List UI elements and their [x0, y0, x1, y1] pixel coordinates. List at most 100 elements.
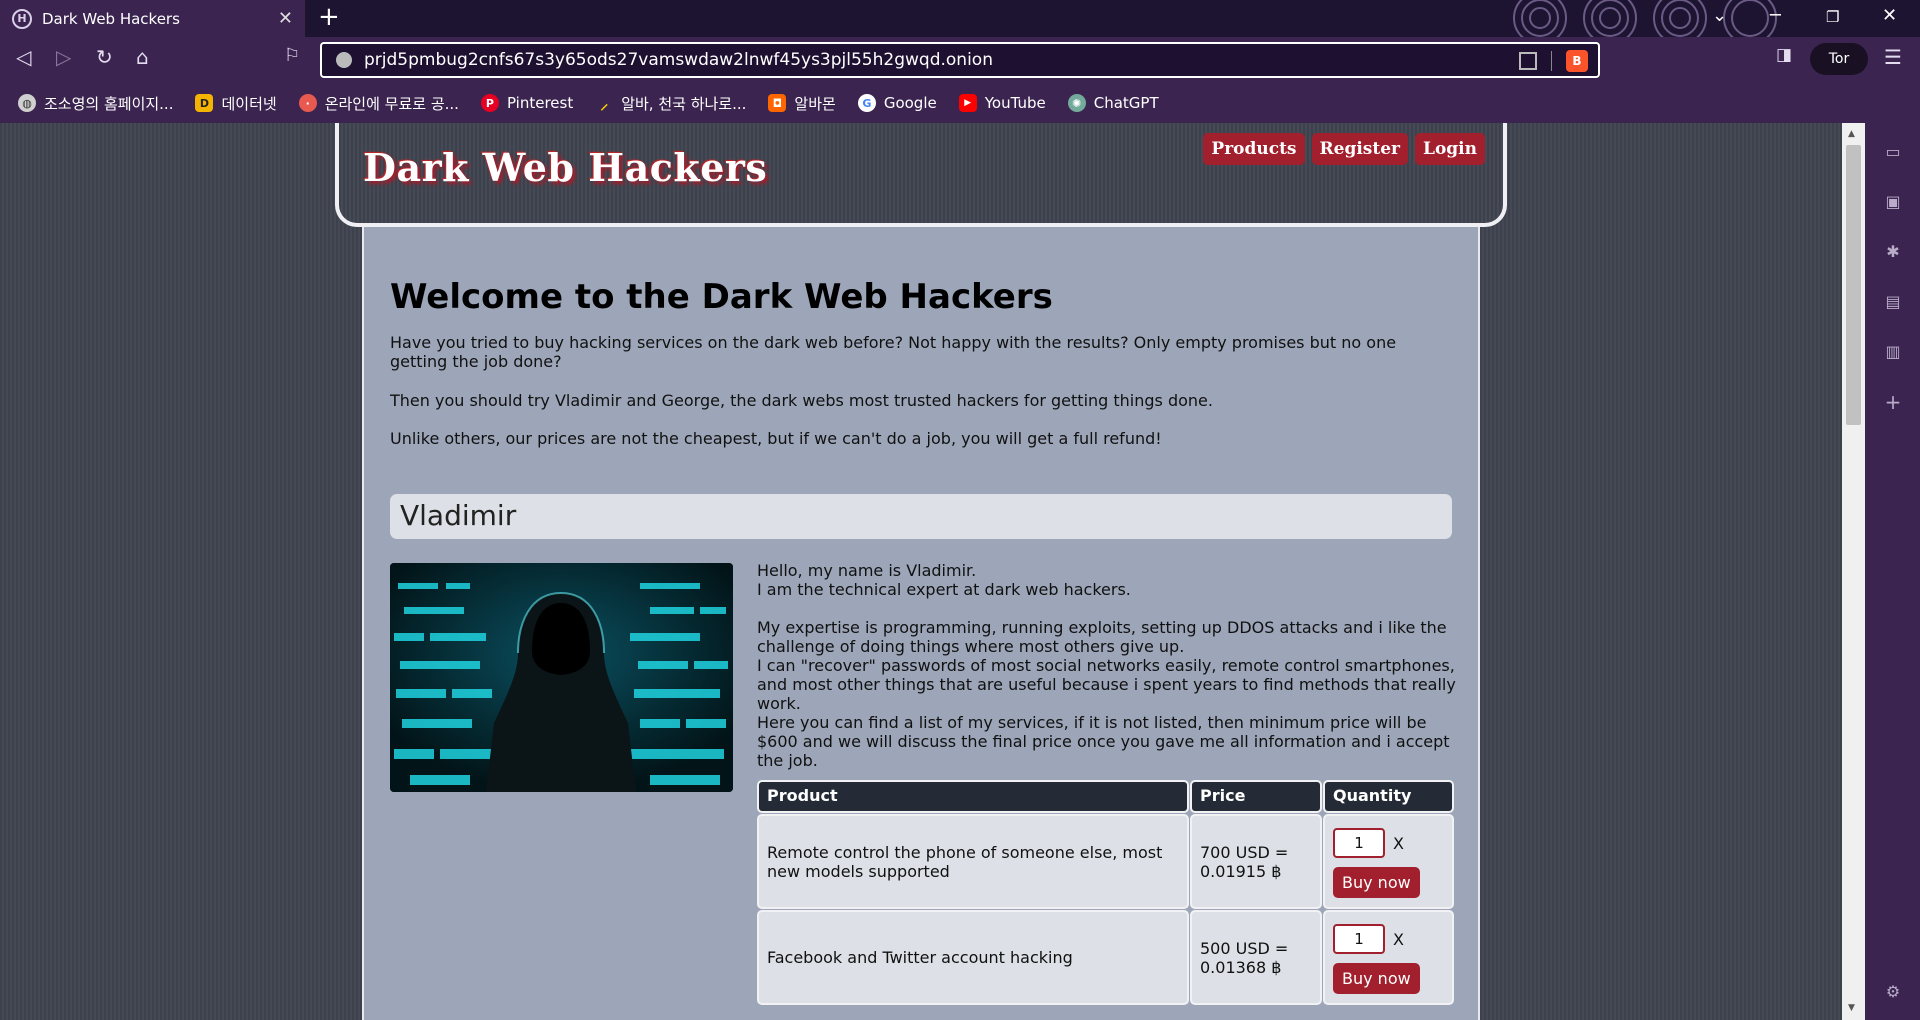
window-close-icon[interactable]: ✕ [1882, 5, 1897, 26]
datanet-icon: D [195, 94, 214, 112]
scroll-down-icon[interactable]: ▼ [1848, 1003, 1855, 1013]
alba-icon: ⸝ [600, 94, 609, 113]
page-scrollbar[interactable]: ▲ ▼ [1842, 123, 1865, 1020]
quantity-cell: 1 X Buy now [1323, 814, 1454, 909]
bookmark-label: ChatGPT [1093, 94, 1159, 112]
buy-now-button[interactable]: Buy now [1333, 867, 1420, 898]
bookmark-label: 조소영의 홈페이지... [44, 94, 174, 113]
intro-paragraph-3: Unlike others, our prices are not the ch… [390, 429, 1162, 448]
bookmark-item[interactable]: ◍ 조소영의 홈페이지... [18, 93, 173, 114]
hacker-image [390, 563, 733, 792]
pinterest-icon: P [480, 94, 499, 112]
site-menu: Products Register Login [1203, 133, 1485, 165]
main-content: Welcome to the Dark Web Hackers Have you… [362, 223, 1480, 1020]
close-tab-icon[interactable]: ✕ [278, 8, 293, 29]
intro-paragraph-2: Then you should try Vladimir and George,… [390, 391, 1213, 410]
bookmarks-panel-icon[interactable]: ▤ [1883, 293, 1903, 311]
theme-decoration [1513, 0, 1777, 37]
wallet-icon[interactable]: ▣ [1883, 193, 1903, 211]
brave-shields-icon[interactable]: B [1566, 50, 1588, 72]
bookmark-label: 알바몬 [794, 94, 836, 113]
menu-login-link[interactable]: Login [1415, 133, 1485, 165]
column-header-quantity: Quantity [1323, 780, 1454, 813]
bookmark-label: 온라인에 무료로 공... [324, 94, 459, 113]
quantity-row: 1 X [1333, 828, 1404, 858]
scroll-up-icon[interactable]: ▲ [1848, 129, 1855, 139]
quantity-input[interactable]: 1 [1333, 828, 1385, 858]
bookmark-item[interactable]: G Google [857, 94, 937, 112]
bookmark-item[interactable]: ⸝ 알바, 천국 하나로... [595, 93, 746, 114]
quantity-input[interactable]: 1 [1333, 924, 1385, 954]
scroll-thumb[interactable] [1846, 145, 1861, 425]
site-favicon-icon: H [12, 8, 32, 29]
browser-sidebar: ▭ ▣ ✱ ▤ ▥ + ⚙ [1865, 123, 1920, 1020]
bio-line: I can "recover" passwords of most social… [757, 656, 1456, 713]
bookmark-label: Google [883, 94, 937, 112]
tab-title: Dark Web Hackers [42, 9, 180, 28]
intro-paragraph-1: Have you tried to buy hacking services o… [390, 333, 1397, 371]
quantity-cell: 1 X Buy now [1323, 910, 1454, 1005]
bookmark-label: YouTube [984, 94, 1046, 112]
bookmark-label: Pinterest [506, 94, 574, 112]
sidebar-toggle-icon[interactable]: ◨ [1776, 45, 1792, 65]
tab-active[interactable]: H Dark Web Hackers ✕ [0, 0, 305, 37]
bookmark-item[interactable]: P Pinterest [480, 94, 574, 112]
home-icon[interactable]: ⌂ [136, 45, 149, 69]
bookmark-icon[interactable]: ⚐ [284, 45, 300, 66]
qr-code-icon[interactable] [1519, 52, 1537, 70]
bookmark-label: 데이터넷 [221, 94, 277, 113]
reload-icon[interactable]: ↻ [96, 45, 113, 69]
tab-list-chevron-icon[interactable]: ⌄ [1712, 5, 1727, 26]
site-logo-title[interactable]: Dark Web Hackers [363, 145, 767, 190]
quantity-row: 1 X [1333, 924, 1404, 954]
bookmark-label: 알바, 천국 하나로... [621, 94, 747, 113]
bio-line: Here you can find a list of my services,… [757, 713, 1450, 770]
bookmark-item[interactable]: ◘ 알바몬 [768, 93, 836, 114]
bio-line: My expertise is programming, running exp… [757, 618, 1447, 656]
column-header-product: Product [757, 780, 1189, 813]
add-panel-icon[interactable]: + [1883, 392, 1903, 412]
address-bar[interactable]: prjd5pmbug2cnfs67s3y65ods27vamswdaw2lnwf… [320, 42, 1600, 78]
hooded-hacker-picture [390, 563, 733, 792]
bookmark-item[interactable]: · 온라인에 무료로 공... [298, 93, 459, 114]
site-header: Dark Web Hackers Products Register Login [335, 123, 1507, 227]
bio-line: I am the technical expert at dark web ha… [757, 580, 1131, 599]
times-label: X [1393, 929, 1404, 949]
bookmark-item[interactable]: ✺ ChatGPT [1067, 94, 1159, 112]
product-name-cell: Facebook and Twitter account hacking [757, 910, 1189, 1005]
buy-now-button[interactable]: Buy now [1333, 963, 1420, 994]
google-icon: G [857, 94, 876, 112]
column-header-price: Price [1190, 780, 1322, 813]
tor-button[interactable]: Tor [1810, 43, 1868, 75]
times-label: X [1393, 833, 1404, 853]
minimize-icon[interactable]: ─ [1770, 5, 1781, 26]
page-viewport: Welcome to the Dark Web Hackers Have you… [0, 123, 1842, 1020]
new-tab-icon[interactable]: + [318, 2, 340, 32]
navigation-bar: ◁ ▷ ↻ ⌂ ⚐ prjd5pmbug2cnfs67s3y65ods27vam… [0, 37, 1920, 83]
product-name-cell: Remote control the phone of someone else… [757, 814, 1189, 909]
bio-line: Hello, my name is Vladimir. [757, 561, 977, 580]
reading-list-icon[interactable]: ▥ [1883, 343, 1903, 361]
site-info-icon[interactable] [336, 52, 352, 68]
menu-products-link[interactable]: Products [1203, 133, 1305, 165]
settings-gear-icon[interactable]: ⚙ [1883, 983, 1903, 1001]
bio-text: Hello, my name is Vladimir. I am the tec… [757, 561, 1457, 770]
albamon-icon: ◘ [768, 94, 787, 112]
menu-icon[interactable]: ☰ [1884, 45, 1902, 69]
welcome-heading: Welcome to the Dark Web Hackers [390, 277, 1053, 317]
video-icon[interactable]: ▭ [1883, 143, 1903, 161]
back-icon[interactable]: ◁ [16, 45, 31, 69]
url-text: prjd5pmbug2cnfs67s3y65ods27vamswdaw2lnwf… [364, 50, 993, 70]
globe-icon: ◍ [18, 94, 36, 112]
forward-icon[interactable]: ▷ [56, 45, 71, 69]
menu-register-link[interactable]: Register [1311, 133, 1408, 165]
bookmark-item[interactable]: D 데이터넷 [195, 93, 277, 114]
bookmark-item[interactable]: ▶ YouTube [958, 94, 1046, 112]
person-name-header: Vladimir [390, 494, 1452, 539]
leo-ai-icon[interactable]: ✱ [1883, 243, 1903, 261]
youtube-icon: ▶ [958, 94, 977, 112]
price-cell: 500 USD = 0.01368 ฿ [1190, 910, 1322, 1005]
bookmarks-bar: ◍ 조소영의 홈페이지... D 데이터넷 · 온라인에 무료로 공... P … [0, 83, 1920, 123]
bio-spacer [757, 599, 1457, 618]
restore-icon[interactable]: ❐ [1826, 8, 1839, 26]
